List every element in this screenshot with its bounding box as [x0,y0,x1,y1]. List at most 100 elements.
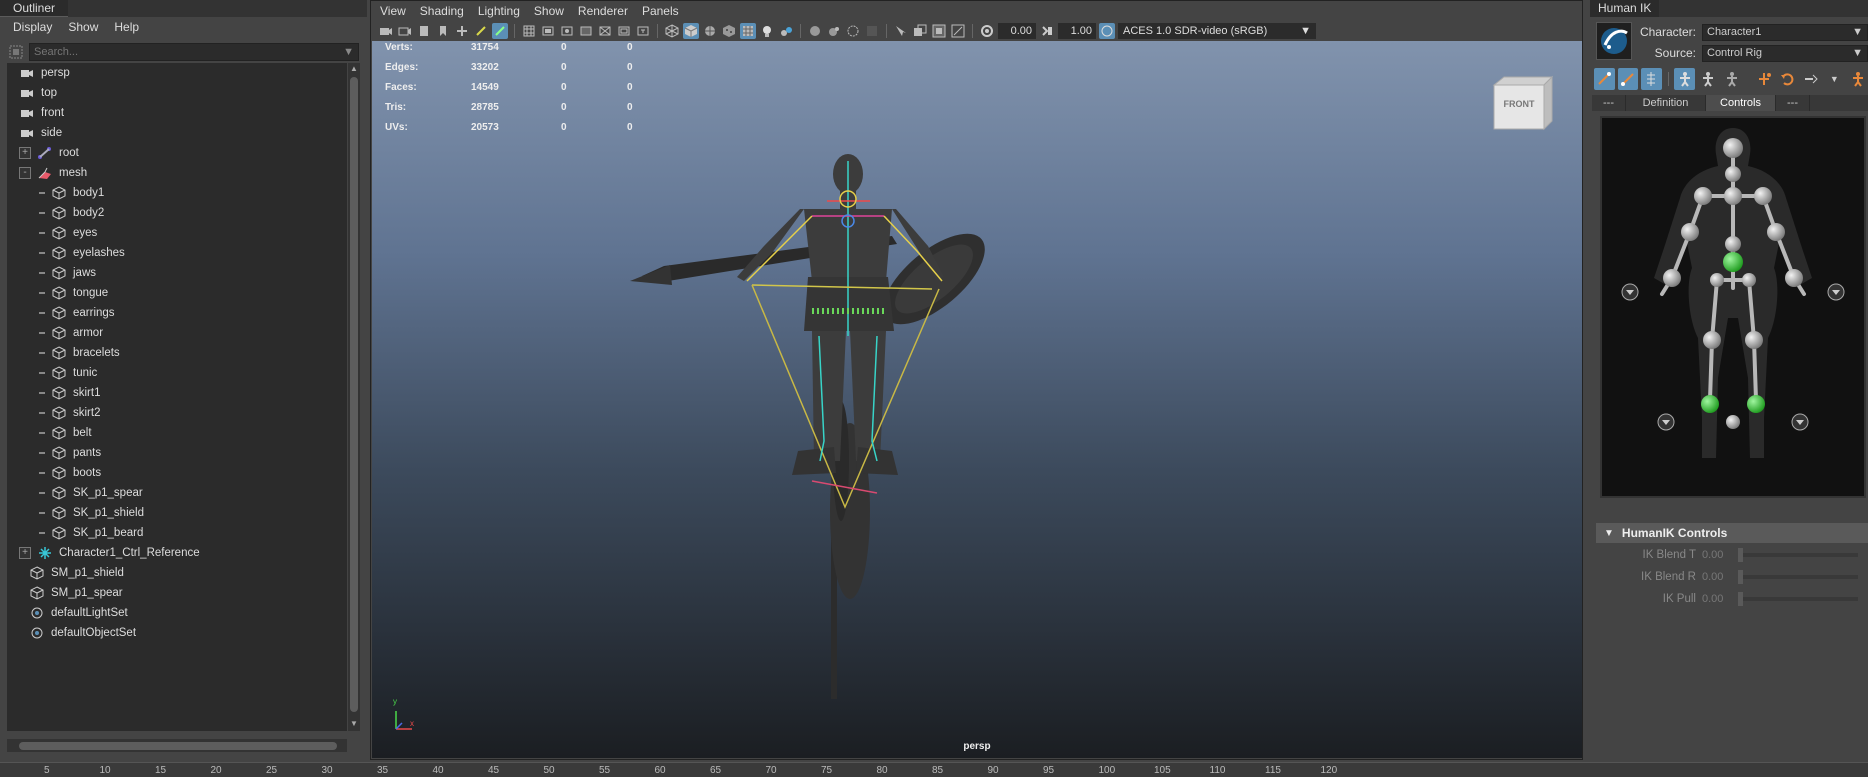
humanik-figure-menu-icon[interactable] [1848,68,1868,90]
hik-property-slider[interactable] [1738,548,1858,562]
reset-pose-icon[interactable] [1777,68,1798,90]
outliner-item[interactable]: body2 [7,203,347,223]
outliner-search-input[interactable] [34,46,334,58]
outliner-item[interactable]: earrings [7,303,347,323]
pin-translation-icon[interactable] [1674,68,1695,90]
stance-pose-icon[interactable] [1801,68,1822,90]
full-body-mode-icon[interactable] [1617,68,1638,90]
outliner-item[interactable]: defaultLightSet [7,603,347,623]
outliner-item[interactable]: SM_p1_spear [7,583,347,603]
hik-effector[interactable] [1747,395,1765,413]
outliner-vertical-scrollbar[interactable]: ▲ ▼ [348,63,360,731]
camera-attributes-icon[interactable] [397,23,413,39]
resolution-gate-icon[interactable] [559,23,575,39]
depth-of-field-icon[interactable] [845,23,861,39]
hik-joint[interactable] [1723,138,1743,158]
hik-effector[interactable] [1723,252,1743,272]
humanik-tab[interactable]: Human IK [1590,0,1660,17]
outliner-item[interactable]: bracelets [7,343,347,363]
hik-joint[interactable] [1725,236,1741,252]
horizontal-scroll-thumb[interactable] [19,742,337,750]
hik-joint[interactable] [1785,269,1803,287]
outliner-item[interactable]: eyelashes [7,243,347,263]
collapse-icon[interactable]: - [19,167,31,179]
exposure-icon[interactable] [979,23,995,39]
textured-icon[interactable] [721,23,737,39]
hik-joint[interactable] [1742,273,1756,287]
scroll-up-arrow-icon[interactable]: ▲ [350,65,358,73]
wireframe-on-shaded-icon[interactable] [702,23,718,39]
hik-joint[interactable] [1703,331,1721,349]
tab-definition[interactable]: Definition [1626,95,1706,111]
hik-expand-arrow-icon[interactable] [1657,413,1675,431]
select-edit-mode-icon[interactable] [1594,68,1615,90]
hik-joint[interactable] [1767,223,1785,241]
menu-panels[interactable]: Panels [642,4,679,18]
frame-selection-icon[interactable] [950,23,966,39]
tab-collapse-right[interactable]: --- [1776,95,1810,111]
screen-space-ao-icon[interactable] [778,23,794,39]
slider-knob[interactable] [1738,570,1743,584]
wireframe-icon[interactable] [664,23,680,39]
outliner-item[interactable]: front [7,103,347,123]
hik-joint[interactable] [1710,273,1724,287]
character-dropdown[interactable]: Character1 ▼ [1702,23,1868,41]
smooth-shade-icon[interactable] [683,23,699,39]
view-transform-dropdown[interactable]: ACES 1.0 SDR-video (sRGB) ▼ [1118,23,1316,39]
humanik-controls-section-header[interactable]: ▼ HumanIK Controls [1596,523,1868,543]
xray-icon[interactable] [893,23,909,39]
outliner-item[interactable]: armor [7,323,347,343]
field-chart-icon[interactable] [597,23,613,39]
vertical-scroll-thumb[interactable] [350,77,358,712]
select-camera-icon[interactable] [378,23,394,39]
viewcube[interactable]: FRONT [1492,75,1554,136]
safe-title-icon[interactable] [635,23,651,39]
isolate-select-icon[interactable] [864,23,880,39]
outliner-item[interactable]: top [7,83,347,103]
expand-icon[interactable]: + [19,547,31,559]
color-management-icon[interactable] [1099,23,1115,39]
menu-display[interactable]: Display [13,20,52,34]
3d-viewport[interactable]: Verts: 31754 0 0 Edges: 33202 0 0 Faces: 14549 0 0 T… [372,41,1582,758]
slider-knob[interactable] [1738,548,1743,562]
outliner-item[interactable]: pants [7,443,347,463]
multisample-aa-icon[interactable] [826,23,842,39]
hik-joint[interactable] [1663,269,1681,287]
outliner-item[interactable]: skirt1 [7,383,347,403]
gate-mask-icon[interactable] [578,23,594,39]
filter-icon[interactable] [7,43,25,61]
hik-property-slider[interactable] [1738,592,1858,606]
hik-joint[interactable] [1745,331,1763,349]
hik-joint[interactable] [1681,223,1699,241]
gamma-field[interactable]: 1.00 [1058,23,1096,39]
hik-property-value[interactable]: 0.00 [1702,593,1738,605]
character-menu-chevron-icon[interactable]: ▼ [1824,68,1845,90]
hik-effector[interactable] [1701,395,1719,413]
search-options-chevron-icon[interactable]: ▼ [343,46,354,58]
outliner-item[interactable]: + root [7,143,347,163]
grid-icon[interactable] [521,23,537,39]
humanik-logo-icon[interactable] [1596,22,1632,60]
use-all-lights-icon[interactable] [740,23,756,39]
hik-property-value[interactable]: 0.00 [1702,571,1738,583]
source-dropdown[interactable]: Control Rig ▼ [1702,44,1868,62]
exposure-field[interactable]: 0.00 [998,23,1036,39]
image-plane-icon[interactable] [435,23,451,39]
hik-joint[interactable] [1726,415,1740,429]
hik-expand-arrow-icon[interactable] [1827,283,1845,301]
expand-icon[interactable]: + [19,147,31,159]
slider-knob[interactable] [1738,592,1743,606]
menu-show[interactable]: Show [68,20,98,34]
menu-help[interactable]: Help [114,20,139,34]
tab-collapse-left[interactable]: --- [1592,95,1626,111]
pin-both-icon[interactable] [1721,68,1742,90]
hik-joint[interactable] [1724,187,1742,205]
gamma-icon[interactable] [1039,23,1055,39]
outliner-item[interactable]: + Character1_Ctrl_Reference [7,543,347,563]
hik-joint[interactable] [1694,187,1712,205]
mirror-pose-icon[interactable] [1754,68,1775,90]
outliner-item[interactable]: SK_p1_shield [7,503,347,523]
menu-renderer[interactable]: Renderer [578,4,628,18]
hik-property-slider[interactable] [1738,570,1858,584]
outliner-item[interactable]: side [7,123,347,143]
